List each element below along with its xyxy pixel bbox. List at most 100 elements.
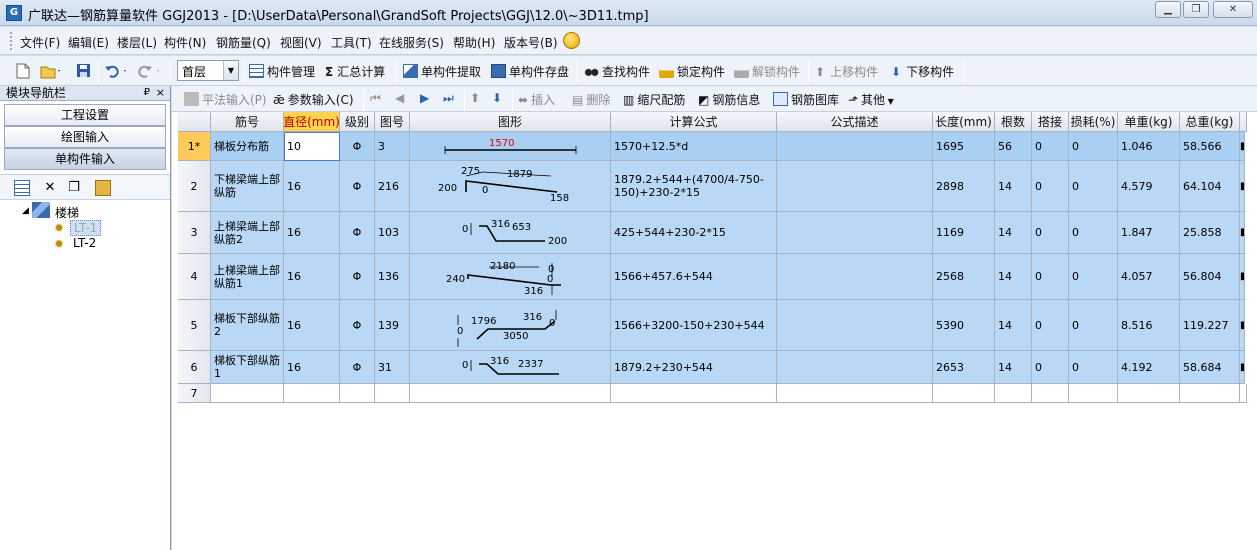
cell-lap[interactable]: 0 <box>1032 254 1069 300</box>
cell-length[interactable]: 1169 <box>933 212 995 254</box>
cell-formula[interactable]: 1566+457.6+544 <box>611 254 777 300</box>
cell-lap[interactable]: 0 <box>1032 161 1069 212</box>
component-manage-button[interactable]: 构件管理 <box>249 63 315 80</box>
menu-view[interactable]: 视图(V) <box>280 34 322 51</box>
cell-formula[interactable]: 1879.2+230+544 <box>611 351 777 384</box>
column-header-shape[interactable]: 图形 <box>410 112 611 132</box>
column-header-unit-weight[interactable]: 单重(kg) <box>1118 112 1180 132</box>
menu-floor[interactable]: 楼层(L) <box>117 34 157 51</box>
rebar-library-button[interactable]: 钢筋图库 <box>773 91 839 108</box>
tree-expand-icon[interactable]: ◢ <box>22 206 29 216</box>
cell-diameter[interactable]: 10 <box>284 132 340 161</box>
nav-drawing-input[interactable]: 绘图输入 <box>4 126 166 148</box>
cell-rebar-name[interactable]: 下梯梁端上部纵筋 <box>211 161 284 212</box>
nav-project-settings[interactable]: 工程设置 <box>4 104 166 126</box>
single-save-button[interactable]: 单构件存盘 <box>491 63 569 80</box>
cell-formula-desc[interactable] <box>777 212 933 254</box>
column-header-count[interactable]: 根数 <box>995 112 1032 132</box>
cell-diameter[interactable]: 16 <box>284 212 340 254</box>
cell-rebar-name[interactable]: 上梯梁端上部纵筋1 <box>211 254 284 300</box>
column-header-lap[interactable]: 搭接 <box>1032 112 1069 132</box>
cell-rebar-name[interactable] <box>211 384 284 403</box>
cell-loss[interactable] <box>1069 384 1118 403</box>
cell-count[interactable]: 14 <box>995 351 1032 384</box>
cell-loss[interactable]: 0 <box>1069 161 1118 212</box>
cell-shape[interactable]: 2180 0 240 316 0 <box>410 254 611 300</box>
move-down-button[interactable]: ⬇ 下移构件 <box>891 63 954 80</box>
cell-formula-desc[interactable] <box>777 351 933 384</box>
cell-grade[interactable]: Φ <box>340 254 375 300</box>
move-up-button[interactable]: ⬆ 上移构件 <box>815 63 878 80</box>
column-header-edge[interactable] <box>1240 112 1247 132</box>
menu-tools[interactable]: 工具(T) <box>331 34 372 51</box>
undo-icon[interactable] <box>104 63 130 81</box>
cell-figure-no[interactable]: 136 <box>375 254 410 300</box>
cell-lap[interactable]: 0 <box>1032 351 1069 384</box>
cell-formula-desc[interactable] <box>777 132 933 161</box>
cell-loss[interactable]: 0 <box>1069 212 1118 254</box>
cell-shape[interactable]: 1570 <box>410 132 611 161</box>
column-header-loss[interactable]: 损耗(%) <box>1069 112 1118 132</box>
new-file-icon[interactable] <box>16 63 30 82</box>
cell-total-weight[interactable]: 25.858 <box>1180 212 1240 254</box>
first-record-icon[interactable]: ⏮ <box>370 91 381 106</box>
cell-length[interactable]: 2568 <box>933 254 995 300</box>
floor-select[interactable]: 首层 ▼ <box>177 60 239 81</box>
redo-icon[interactable] <box>137 63 163 81</box>
cell-total-weight[interactable]: 58.566 <box>1180 132 1240 161</box>
cell-length[interactable]: 1695 <box>933 132 995 161</box>
column-header-total-weight[interactable]: 总重(kg) <box>1180 112 1240 132</box>
close-button[interactable]: ✕ <box>1213 1 1253 18</box>
cell-count[interactable]: 56 <box>995 132 1032 161</box>
cell-unit-weight[interactable]: 4.057 <box>1118 254 1180 300</box>
cell-diameter[interactable]: 16 <box>284 351 340 384</box>
cell-grade[interactable]: Φ <box>340 351 375 384</box>
cell-rebar-name[interactable]: 梯板分布筋 <box>211 132 284 161</box>
open-folder-icon[interactable] <box>40 63 62 82</box>
cell-formula[interactable] <box>611 384 777 403</box>
cell-lap[interactable]: 0 <box>1032 212 1069 254</box>
cell-count[interactable]: 14 <box>995 212 1032 254</box>
cell-diameter[interactable] <box>284 384 340 403</box>
cell-formula[interactable]: 1566+3200-150+230+544 <box>611 300 777 351</box>
prev-record-icon[interactable]: ◀ <box>395 91 404 105</box>
nav-single-component-input[interactable]: 单构件输入 <box>4 148 166 170</box>
cell-unit-weight[interactable] <box>1118 384 1180 403</box>
menu-rebar-quantity[interactable]: 钢筋量(Q) <box>216 34 271 51</box>
single-extract-button[interactable]: 单构件提取 <box>403 63 481 80</box>
cell-unit-weight[interactable]: 1.046 <box>1118 132 1180 161</box>
smiley-icon[interactable] <box>563 32 580 49</box>
column-header-formula-desc[interactable]: 公式描述 <box>777 112 933 132</box>
cell-unit-weight[interactable]: 4.192 <box>1118 351 1180 384</box>
menu-version[interactable]: 版本号(B) <box>504 34 558 51</box>
menu-component[interactable]: 构件(N) <box>164 34 206 51</box>
row-up-icon[interactable]: ⬆ <box>470 91 480 105</box>
cell-grade[interactable]: Φ <box>340 212 375 254</box>
cell-count[interactable]: 14 <box>995 300 1032 351</box>
cell-grade[interactable]: Φ <box>340 132 375 161</box>
cell-shape[interactable]: 0 316 2337 <box>410 351 611 384</box>
menu-online[interactable]: 在线服务(S) <box>379 34 444 51</box>
summary-calc-button[interactable]: Σ 汇总计算 <box>325 63 385 80</box>
column-header-diameter[interactable]: 直径(mm) <box>284 112 340 132</box>
tree-item-lt1[interactable]: LT-1 <box>70 220 102 236</box>
column-header-figure-no[interactable]: 图号 <box>375 112 410 132</box>
cell-shape[interactable]: 275 1879 200 0 158 <box>410 161 611 212</box>
cell-unit-weight[interactable]: 4.579 <box>1118 161 1180 212</box>
column-header-formula[interactable]: 计算公式 <box>611 112 777 132</box>
cell-loss[interactable]: 0 <box>1069 351 1118 384</box>
cell-length[interactable]: 5390 <box>933 300 995 351</box>
cell-unit-weight[interactable]: 1.847 <box>1118 212 1180 254</box>
cell-total-weight[interactable] <box>1180 384 1240 403</box>
copy-icon[interactable]: ❐ <box>66 180 82 196</box>
cell-shape[interactable]: 0 316 653 200 <box>410 212 611 254</box>
cell-loss[interactable]: 0 <box>1069 132 1118 161</box>
cell-rebar-name[interactable]: 梯板下部纵筋2 <box>211 300 284 351</box>
delete-icon[interactable]: ✕ <box>42 180 58 196</box>
cell-grade[interactable]: Φ <box>340 300 375 351</box>
maximize-button[interactable]: ❐ <box>1183 1 1209 18</box>
column-header-row-number[interactable] <box>178 112 211 132</box>
column-header-rebar-name[interactable]: 筋号 <box>211 112 284 132</box>
minimize-button[interactable]: ▁ <box>1155 1 1181 18</box>
pin-icon[interactable]: ₽ <box>144 86 150 100</box>
